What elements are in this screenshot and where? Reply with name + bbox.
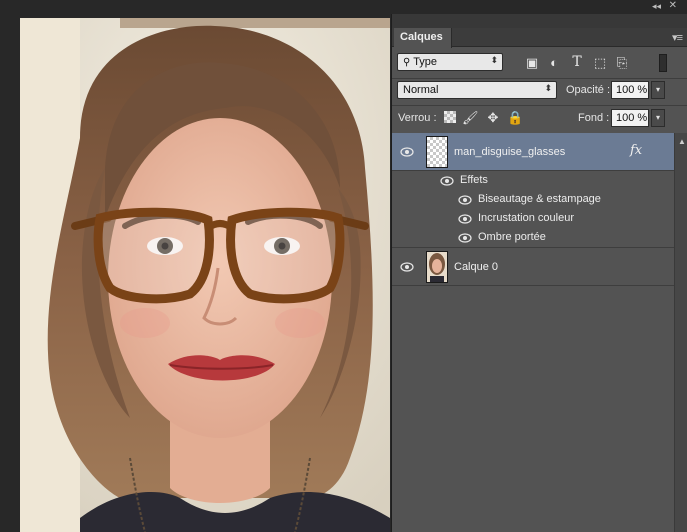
document-canvas[interactable] — [0, 0, 390, 532]
blend-row: Normal ⬍ Opacité : 100 % ▾ — [392, 79, 687, 103]
effect-label: Biseautage & estampage — [478, 193, 601, 205]
layers-panel: Calques ▾≡ ⚲ Type ⬍ ▣ ◐ T ⬚ ⎘ Normal ⬍ O… — [391, 14, 687, 532]
filter-toggle-icon[interactable] — [659, 54, 667, 72]
blend-mode-select[interactable]: Normal ⬍ — [397, 81, 557, 99]
close-icon[interactable]: ✕ — [669, 0, 677, 11]
effect-label: Incrustation couleur — [478, 212, 574, 224]
panel-dock-header: ◂◂ ✕ — [391, 0, 687, 14]
scroll-up-icon[interactable]: ▲ — [678, 137, 686, 146]
layers-list: man_disguise_glasses fx Effets Biseautag… — [392, 133, 687, 532]
tab-calques[interactable]: Calques — [394, 28, 452, 48]
fill-label: Fond : — [578, 112, 610, 124]
fill-dropdown[interactable]: ▾ — [651, 109, 665, 127]
lock-brush-icon[interactable]: 🖌 — [462, 110, 479, 126]
lock-position-icon[interactable]: ✥ — [485, 110, 501, 126]
lock-all-icon[interactable]: 🔒 — [507, 110, 523, 126]
eye-icon[interactable] — [458, 214, 472, 224]
eye-icon[interactable] — [400, 147, 414, 157]
search-icon: ⚲ — [403, 57, 411, 68]
select-arrows-icon: ⬍ — [544, 83, 552, 93]
eye-icon[interactable] — [440, 176, 454, 186]
lock-row: Verrou : 🖌 ✥ 🔒 Fond : 100 % ▾ — [392, 106, 687, 132]
effect-item-bevel[interactable]: Biseautage & estampage — [392, 190, 674, 209]
layer-thumbnail-glasses[interactable] — [426, 136, 448, 168]
effect-item-color-overlay[interactable]: Incrustation couleur — [392, 209, 674, 228]
layer-name[interactable]: man_disguise_glasses — [454, 146, 565, 158]
select-arrows-icon: ⬍ — [490, 55, 498, 65]
collapse-icon[interactable]: ◂◂ — [652, 1, 661, 12]
blend-mode-value: Normal — [403, 84, 439, 96]
layer-thumbnail-photo[interactable] — [426, 251, 448, 283]
fx-icon[interactable]: fx — [630, 143, 642, 158]
layer-row-calque-0[interactable]: Calque 0 — [392, 248, 674, 286]
opacity-label: Opacité : — [566, 84, 611, 96]
filter-row: ⚲ Type ⬍ ▣ ◐ T ⬚ ⎘ — [392, 50, 687, 78]
layer-name[interactable]: Calque 0 — [454, 261, 498, 273]
image-filter-icon[interactable]: ▣ — [524, 55, 540, 71]
adjustment-filter-icon[interactable]: ◐ — [546, 55, 562, 71]
effects-label: Effets — [460, 174, 488, 186]
panel-header — [392, 14, 687, 28]
eye-icon[interactable] — [400, 262, 414, 272]
shape-filter-icon[interactable]: ⬚ — [592, 55, 608, 71]
layers-scrollbar[interactable]: ▲ — [674, 133, 687, 532]
lock-pixels-icon[interactable] — [444, 111, 456, 123]
panel-tabbar: Calques ▾≡ — [392, 28, 687, 48]
type-filter-icon[interactable]: T — [569, 54, 585, 70]
layer-row-glasses[interactable]: man_disguise_glasses fx — [392, 133, 674, 171]
filter-kind-value: Type — [413, 56, 438, 68]
filter-kind-select[interactable]: ⚲ Type ⬍ — [397, 53, 503, 71]
effects-group[interactable]: Effets — [392, 171, 674, 190]
lock-label: Verrou : — [398, 112, 437, 124]
effect-item-drop-shadow[interactable]: Ombre portée — [392, 228, 674, 248]
opacity-dropdown[interactable]: ▾ — [651, 81, 665, 99]
photo-image — [20, 18, 390, 532]
fill-input[interactable]: 100 % — [611, 109, 649, 127]
eye-icon[interactable] — [458, 233, 472, 243]
smart-object-filter-icon[interactable]: ⎘ — [614, 55, 630, 71]
opacity-input[interactable]: 100 % — [611, 81, 649, 99]
eye-icon[interactable] — [458, 195, 472, 205]
effect-label: Ombre portée — [478, 231, 546, 243]
panel-menu-icon[interactable]: ▾≡ — [672, 31, 683, 44]
